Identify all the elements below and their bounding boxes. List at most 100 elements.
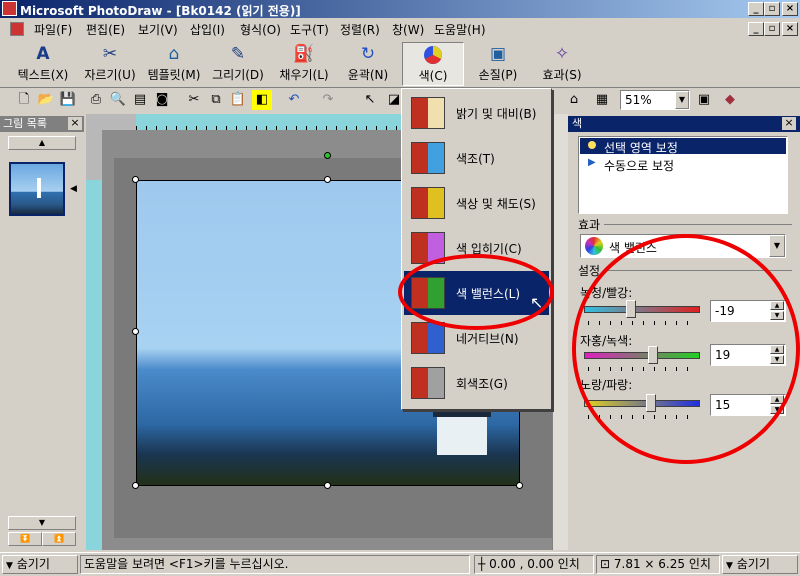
scroll-up-button[interactable]: ▲ bbox=[8, 136, 76, 150]
save-icon[interactable]: 💾 bbox=[58, 90, 78, 110]
correction-list: 선택 영역 보정 ▶ 수동으로 보정 bbox=[578, 136, 788, 214]
redo-icon[interactable]: ↷ bbox=[318, 90, 338, 110]
pointer-icon[interactable]: ↖ bbox=[360, 90, 380, 110]
tint-icon bbox=[411, 142, 445, 174]
doc-close-button[interactable]: × bbox=[782, 22, 798, 36]
effect-divider bbox=[604, 224, 792, 225]
menu-insert[interactable]: 삽입(I) bbox=[190, 21, 225, 38]
print-icon[interactable]: ⎙ bbox=[86, 90, 106, 110]
chevron-down-icon: ▼ bbox=[6, 561, 13, 571]
effect-label: 효과 bbox=[578, 218, 601, 232]
outline-button-label: 윤곽(N) bbox=[347, 68, 389, 82]
template-button[interactable]: ⌂ 템플릿(M) bbox=[142, 42, 206, 86]
picture-thumbnail[interactable] bbox=[9, 162, 65, 216]
resize-handle-tc[interactable] bbox=[324, 176, 331, 183]
window-title: Microsoft PhotoDraw - [Bk0142 (읽기 전용)] bbox=[20, 4, 301, 18]
draw-button[interactable]: ✎ 그리기(D) bbox=[206, 42, 270, 86]
camera-icon[interactable]: ◙ bbox=[152, 90, 172, 110]
fit-view-icon[interactable]: ▣ bbox=[694, 90, 714, 110]
zoom-select[interactable]: 51% ▼ bbox=[620, 90, 690, 110]
open-icon[interactable]: 📂 bbox=[36, 90, 56, 110]
gallery-icon[interactable]: ◆ bbox=[720, 90, 740, 110]
text-button[interactable]: A 텍스트(X) bbox=[8, 42, 78, 86]
close-button[interactable]: × bbox=[782, 2, 798, 16]
workpane-header: 색 × bbox=[568, 116, 800, 132]
color-wheel-icon bbox=[422, 45, 444, 65]
text-icon: A bbox=[36, 44, 50, 64]
cut-icon[interactable]: ✂ bbox=[184, 90, 204, 110]
outline-button[interactable]: ↻ 윤곽(N) bbox=[338, 42, 398, 86]
option-manual[interactable]: ▶ 수동으로 보정 bbox=[580, 156, 786, 173]
menu-item-tint[interactable]: 색조(T) bbox=[404, 136, 549, 180]
menu-file[interactable]: 파일(F) bbox=[34, 21, 72, 38]
effects-icon: ✧ bbox=[554, 44, 570, 64]
resize-handle-bl[interactable] bbox=[132, 482, 139, 489]
close-icon[interactable]: × bbox=[782, 117, 796, 130]
touchup-icon: ▣ bbox=[489, 44, 507, 64]
crop-button[interactable]: ✂ 자르기(U) bbox=[78, 42, 142, 86]
menu-help[interactable]: 도움말(H) bbox=[434, 21, 486, 38]
resize-handle-tl[interactable] bbox=[132, 176, 139, 183]
draw-button-label: 그리기(D) bbox=[212, 68, 264, 82]
doc-minimize-button[interactable]: _ bbox=[748, 22, 764, 36]
scan-icon[interactable]: ▤ bbox=[130, 90, 150, 110]
fill-button-label: 채우기(L) bbox=[279, 68, 329, 82]
menu-bar: 파일(F) 편집(E) 보기(V) 삽입(I) 형식(O) 도구(T) 정렬(R… bbox=[0, 18, 800, 40]
hide-left-toggle[interactable]: ▼ 숨기기 bbox=[2, 555, 78, 574]
minimize-button[interactable]: _ bbox=[748, 2, 764, 16]
lighthouse-building bbox=[437, 415, 487, 455]
picture-list-title: 그림 목록 bbox=[3, 117, 47, 130]
undo-icon[interactable]: ↶ bbox=[284, 90, 304, 110]
new-icon[interactable]: 🗋 bbox=[14, 90, 34, 110]
color-button[interactable]: 색(C) bbox=[402, 42, 464, 86]
menu-item-hue-saturation[interactable]: 색상 및 채도(S) bbox=[404, 181, 549, 225]
hide-left-label: 숨기기 bbox=[16, 557, 50, 571]
brightness-contrast-icon bbox=[411, 97, 445, 129]
document-view-icon[interactable]: ▦ bbox=[592, 90, 612, 110]
menu-edit[interactable]: 편집(E) bbox=[86, 21, 125, 38]
resize-handle-ml[interactable] bbox=[132, 328, 139, 335]
menu-tools[interactable]: 도구(T) bbox=[290, 21, 329, 38]
touchup-button-label: 손질(P) bbox=[478, 68, 518, 82]
option-label: 선택 영역 보정 bbox=[604, 141, 678, 155]
scroll-bottom-button[interactable]: ⏬ bbox=[8, 532, 42, 546]
doc-restore-button[interactable]: ▫ bbox=[764, 22, 780, 36]
hue-saturation-icon bbox=[411, 187, 445, 219]
fill-button[interactable]: ⛽ 채우기(L) bbox=[272, 42, 336, 86]
scroll-top-button[interactable]: ⏫ bbox=[42, 532, 76, 546]
chevron-down-icon[interactable]: ▼ bbox=[675, 91, 689, 109]
copy-icon[interactable]: ⧉ bbox=[206, 90, 226, 110]
status-bar: ▼ 숨기기 도움말을 보려면 <F1>키를 누르십시오. ┼ 0.00 , 0.… bbox=[0, 552, 800, 576]
scroll-down-button[interactable]: ▼ bbox=[8, 516, 76, 530]
touchup-button[interactable]: ▣ 손질(P) bbox=[468, 42, 528, 86]
negative-icon bbox=[411, 322, 445, 354]
maximize-button[interactable]: ▫ bbox=[764, 2, 780, 16]
bullet-icon bbox=[588, 141, 596, 149]
format-painter-icon[interactable]: ◧ bbox=[252, 90, 272, 110]
app-icon bbox=[2, 1, 17, 16]
help-text-pane: 도움말을 보려면 <F1>키를 누르십시오. bbox=[80, 555, 470, 574]
effects-button[interactable]: ✧ 효과(S) bbox=[532, 42, 592, 86]
paste-icon[interactable]: 📋 bbox=[228, 90, 248, 110]
print-preview-icon[interactable]: 🔍 bbox=[108, 90, 128, 110]
menu-arrange[interactable]: 정렬(R) bbox=[340, 21, 380, 38]
menu-item-brightness-contrast[interactable]: 밝기 및 대비(B) bbox=[404, 91, 549, 135]
menu-item-grayscale[interactable]: 회색조(G) bbox=[404, 361, 549, 405]
size-value: 7.81 × 6.25 인치 bbox=[613, 557, 711, 571]
rotate-icon[interactable]: ⌂ bbox=[564, 90, 584, 110]
rotate-handle[interactable] bbox=[324, 152, 331, 159]
menu-view[interactable]: 보기(V) bbox=[138, 21, 178, 38]
hide-right-toggle[interactable]: ▼ 숨기기 bbox=[722, 555, 798, 574]
vertical-scrollbar[interactable] bbox=[552, 114, 568, 550]
paint-bucket-icon: ⛽ bbox=[293, 44, 315, 64]
help-text: 도움말을 보려면 <F1>키를 누르십시오. bbox=[84, 557, 289, 571]
chevron-down-icon[interactable]: ▼ bbox=[769, 235, 785, 257]
menu-format[interactable]: 형식(O) bbox=[240, 21, 281, 38]
menu-window[interactable]: 창(W) bbox=[392, 21, 424, 38]
option-selected[interactable]: 선택 영역 보정 bbox=[580, 138, 786, 155]
crosshair-icon: ┼ bbox=[478, 557, 486, 571]
resize-handle-bc[interactable] bbox=[324, 482, 331, 489]
document-icon[interactable] bbox=[10, 22, 24, 36]
close-icon[interactable]: × bbox=[68, 117, 82, 130]
resize-handle-br[interactable] bbox=[516, 482, 523, 489]
